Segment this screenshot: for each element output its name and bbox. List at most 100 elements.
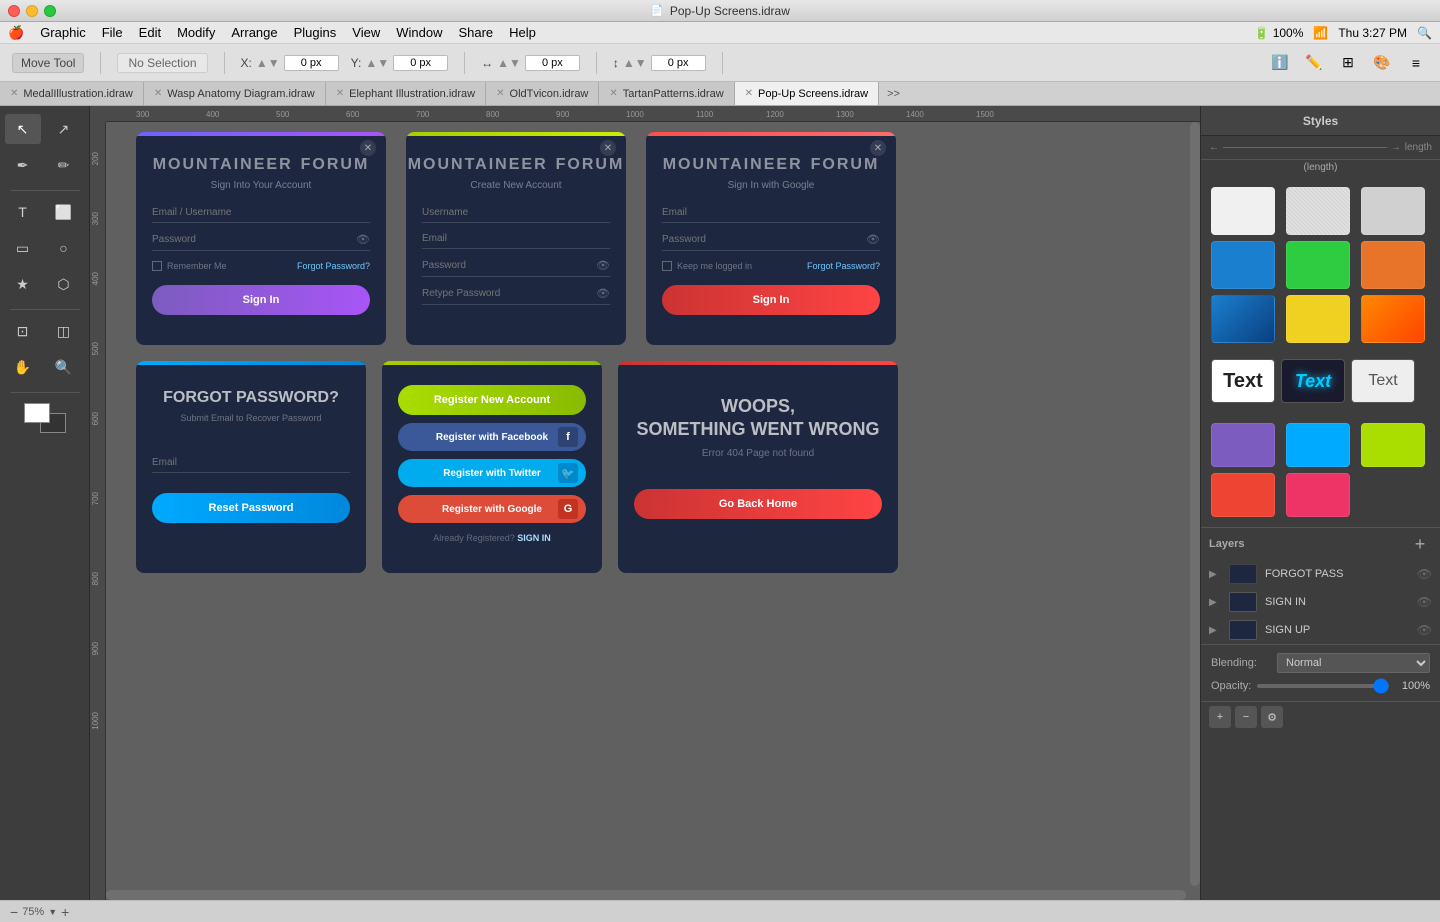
text-swatch-bold[interactable]: Text <box>1211 359 1275 403</box>
tool-pencil[interactable]: ✏ <box>46 150 82 180</box>
signin-forgot-link[interactable]: Forgot Password? <box>297 261 370 271</box>
tool-star[interactable]: ★ <box>5 269 41 299</box>
menu-edit[interactable]: Edit <box>139 25 161 40</box>
tool-pen[interactable]: ✒ <box>5 150 41 180</box>
text-swatch-plain[interactable]: Text <box>1351 359 1415 403</box>
signin-eye-icon[interactable]: 👁 <box>356 233 370 246</box>
menu-plugins[interactable]: Plugins <box>294 25 337 40</box>
signup-retype-eye[interactable]: 👁 <box>596 287 610 300</box>
swatch-pink[interactable] <box>1286 473 1350 517</box>
tab-popup-close[interactable]: ✕ <box>745 88 753 99</box>
zoom-dropdown-icon[interactable]: ▼ <box>48 907 57 917</box>
zoom-in-button[interactable]: + <box>61 904 69 920</box>
add-layer-button[interactable]: + <box>1408 532 1432 556</box>
signin-email-field[interactable] <box>152 207 370 223</box>
menu-window[interactable]: Window <box>396 25 442 40</box>
layer-signin-expand[interactable]: ▶ <box>1209 597 1221 608</box>
signin-google-button[interactable]: Sign In <box>662 285 880 315</box>
menu-share[interactable]: Share <box>458 25 493 40</box>
minimize-button[interactable] <box>26 5 38 17</box>
register-twitter-button[interactable]: Register with Twitter 🐦 <box>398 459 586 487</box>
swatch-white3[interactable] <box>1361 187 1425 235</box>
tool-polygon[interactable]: ⬡ <box>46 269 82 299</box>
tool-image[interactable]: ⬜ <box>46 197 82 227</box>
x-stepper-down[interactable]: ▲▼ <box>256 56 280 70</box>
layer-signup[interactable]: ▶ SIGN UP 👁 <box>1201 616 1440 644</box>
canvas-viewport[interactable]: ✕ MOUNTAINEER FORUM Sign Into Your Accou… <box>106 122 1200 900</box>
w-stepper[interactable]: ▲▼ <box>497 56 521 70</box>
reset-password-button[interactable]: Reset Password <box>152 493 350 523</box>
layer-signin-visibility[interactable]: 👁 <box>1417 595 1432 609</box>
google-password-field[interactable]: 👁 <box>662 233 880 251</box>
signup-password-field[interactable]: 👁 <box>422 259 610 277</box>
signup-email-input[interactable] <box>422 233 610 244</box>
y-input[interactable] <box>393 55 448 71</box>
paint-icon[interactable]: 🎨 <box>1370 51 1394 75</box>
scrollbar-horizontal[interactable] <box>106 890 1186 900</box>
x-input[interactable] <box>284 55 339 71</box>
layer-signup-visibility[interactable]: 👁 <box>1417 623 1432 637</box>
tab-wasp[interactable]: ✕ Wasp Anatomy Diagram.idraw <box>144 82 326 105</box>
opacity-slider[interactable] <box>1257 684 1389 688</box>
zoom-out-button[interactable]: − <box>10 904 18 920</box>
swatch-blue-grad[interactable] <box>1211 295 1275 343</box>
tool-color-swatch[interactable] <box>20 399 70 437</box>
info-icon[interactable]: ℹ️ <box>1268 51 1292 75</box>
signup-email-field[interactable] <box>422 233 610 249</box>
tab-medal-close[interactable]: ✕ <box>10 88 18 99</box>
signin-password-field[interactable]: 👁 <box>152 233 370 251</box>
layers-icon[interactable]: ≡ <box>1404 51 1428 75</box>
swatch-blue[interactable] <box>1211 241 1275 289</box>
swatch-lime[interactable] <box>1361 423 1425 467</box>
google-password-input[interactable] <box>662 234 866 245</box>
google-email-field[interactable] <box>662 207 880 223</box>
tab-elephant-close[interactable]: ✕ <box>336 88 344 99</box>
signin-google-close-btn[interactable]: ✕ <box>870 140 886 156</box>
signup-username-input[interactable] <box>422 207 610 218</box>
layer-forgot[interactable]: ▶ FORGOT PASS 👁 <box>1201 560 1440 588</box>
height-input[interactable] <box>651 55 706 71</box>
swatch-cyan[interactable] <box>1286 423 1350 467</box>
tab-popup[interactable]: ✕ Pop-Up Screens.idraw <box>735 82 879 105</box>
menu-file[interactable]: File <box>102 25 123 40</box>
layer-signup-expand[interactable]: ▶ <box>1209 625 1221 636</box>
tool-crop[interactable]: ⊡ <box>5 316 41 346</box>
google-forgot-link[interactable]: Forgot Password? <box>807 261 880 271</box>
signup-retype-input[interactable] <box>422 288 596 299</box>
tab-tv[interactable]: ✕ OldTvicon.idraw <box>486 82 599 105</box>
swatch-white1[interactable] <box>1211 187 1275 235</box>
add-style-button[interactable]: + <box>1209 706 1231 728</box>
menu-graphic[interactable]: Graphic <box>40 25 86 40</box>
swatch-yellow[interactable] <box>1286 295 1350 343</box>
register-new-account-button[interactable]: Register New Account <box>398 385 586 415</box>
close-button[interactable] <box>8 5 20 17</box>
pen-icon[interactable]: ✏️ <box>1302 51 1326 75</box>
swatch-green[interactable] <box>1286 241 1350 289</box>
grid-icon[interactable]: ⊞ <box>1336 51 1360 75</box>
y-stepper-down[interactable]: ▲▼ <box>365 56 389 70</box>
menu-modify[interactable]: Modify <box>177 25 215 40</box>
settings-style-button[interactable]: ⚙ <box>1261 706 1283 728</box>
menu-arrange[interactable]: Arrange <box>231 25 277 40</box>
tool-text[interactable]: T <box>5 197 41 227</box>
register-facebook-button[interactable]: Register with Facebook f <box>398 423 586 451</box>
tool-rect[interactable]: ▭ <box>5 233 41 263</box>
layer-forgot-expand[interactable]: ▶ <box>1209 569 1221 580</box>
forgot-email-input[interactable] <box>152 457 350 468</box>
tool-node-select[interactable]: ↗ <box>46 114 82 144</box>
signup-username-field[interactable] <box>422 207 610 223</box>
tool-circle[interactable]: ○ <box>46 233 82 263</box>
scrollbar-vertical[interactable] <box>1190 122 1200 886</box>
h-stepper[interactable]: ▲▼ <box>623 56 647 70</box>
google-remember-checkbox[interactable] <box>662 261 672 271</box>
signin-button[interactable]: Sign In <box>152 285 370 315</box>
signin-link[interactable]: SIGN IN <box>517 533 551 543</box>
search-icon[interactable]: 🔍 <box>1417 26 1432 40</box>
blending-select[interactable]: Normal <box>1277 653 1430 673</box>
text-swatch-styled[interactable]: Text <box>1281 359 1345 403</box>
swatch-red[interactable] <box>1211 473 1275 517</box>
apple-menu[interactable]: 🍎 <box>8 25 24 41</box>
menu-view[interactable]: View <box>352 25 380 40</box>
register-google-button[interactable]: Register with Google G <box>398 495 586 523</box>
go-back-home-button[interactable]: Go Back Home <box>634 489 882 519</box>
